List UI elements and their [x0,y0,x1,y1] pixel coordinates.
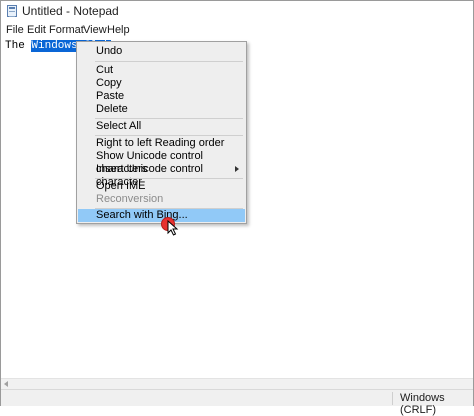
menu-item-label: Copy [96,77,122,89]
scroll-left-arrow-icon[interactable] [4,381,8,387]
menu-item-open-ime[interactable]: Open IME [78,180,245,193]
menu-item-label: Select All [96,120,142,132]
menu-item-right-to-left[interactable]: Right to left Reading order [78,137,245,150]
menu-item-cut[interactable]: Cut [78,64,245,77]
menu-item-reconversion: Reconversion [78,193,245,206]
status-encoding: Windows (CRLF) [400,392,445,416]
menu-view[interactable]: View [83,24,107,36]
menu-item-label: Right to left Reading order [96,137,225,149]
menu-item-label: Reconversion [96,193,164,205]
notepad-icon [7,5,17,17]
menu-item-label: Open IME [96,180,146,192]
menu-item-insert-unicode[interactable]: Insert Unicode control character [78,163,245,188]
menu-bar: File Edit Format View Help [1,23,473,39]
editor-text: The [5,40,32,52]
menu-item-label: Delete [96,103,128,115]
menu-item-show-unicode[interactable]: Show Unicode control characters [78,150,245,175]
menu-help[interactable]: Help [107,24,130,36]
menu-file[interactable]: File [6,24,24,36]
status-bar: Windows (CRLF) [1,389,473,416]
mouse-pointer-icon [167,220,179,236]
menu-separator [95,135,243,136]
menu-separator [95,118,243,119]
menu-separator [95,178,243,179]
menu-item-label: Paste [96,90,125,102]
chevron-right-icon [235,166,239,172]
menu-item-label: Cut [96,64,114,76]
title-bar[interactable]: Untitled - Notepad [1,1,473,21]
menu-format[interactable]: Format [49,24,84,36]
menu-item-undo[interactable]: Undo [78,45,245,58]
menu-item-label: Undo [96,45,123,57]
menu-item-paste[interactable]: Paste [78,90,245,103]
context-menu: Undo Cut Copy Paste Delete Select All Ri… [76,41,247,224]
menu-item-copy[interactable]: Copy [78,77,245,90]
window-title: Untitled - Notepad [22,4,119,18]
menu-separator [95,61,243,62]
menu-item-delete[interactable]: Delete [78,103,245,116]
status-divider [392,392,393,405]
horizontal-scrollbar[interactable] [1,378,473,389]
menu-item-select-all[interactable]: Select All [78,120,245,133]
menu-edit[interactable]: Edit [27,24,46,36]
